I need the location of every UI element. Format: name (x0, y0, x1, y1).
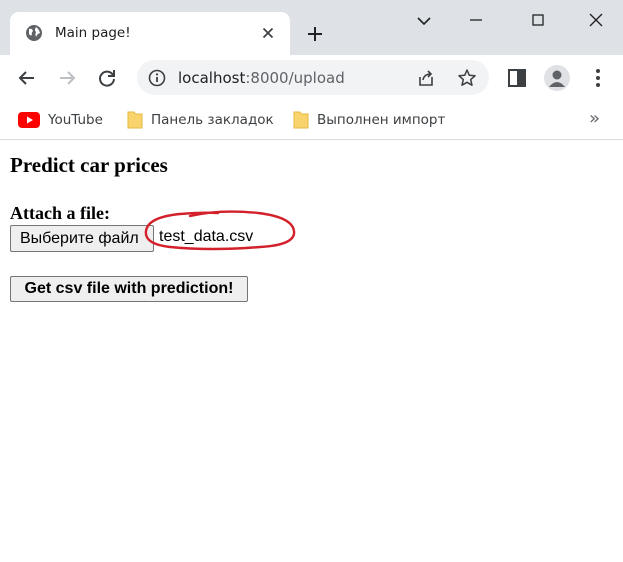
maximize-icon[interactable] (526, 8, 550, 32)
page-title: Predict car prices (10, 153, 168, 177)
folder-icon (127, 111, 143, 129)
back-arrow-icon[interactable] (15, 66, 39, 90)
forward-arrow-icon[interactable] (55, 66, 79, 90)
side-panel-icon[interactable] (506, 67, 528, 89)
choose-file-button[interactable]: Выберите файл (10, 225, 154, 252)
info-icon[interactable] (148, 69, 166, 87)
minimize-icon[interactable] (464, 8, 488, 32)
close-icon[interactable] (260, 25, 276, 41)
address-bar-url[interactable]: localhost:8000/upload (178, 69, 345, 87)
bookmark-youtube[interactable]: YouTube (18, 110, 103, 130)
youtube-icon (18, 112, 40, 128)
bookmark-folder-imported[interactable]: Выполнен импорт (293, 110, 445, 130)
new-tab-icon[interactable] (305, 24, 325, 44)
tab-title: Main page! (55, 25, 131, 41)
person-icon (549, 70, 565, 87)
page-content: Predict car prices Attach a file: Выбери… (0, 141, 623, 562)
tab-search-chevron-down-icon[interactable] (412, 8, 436, 32)
profile-avatar[interactable] (544, 65, 570, 91)
address-bar[interactable]: localhost:8000/upload (137, 60, 489, 95)
get-prediction-button[interactable]: Get csv file with prediction! (10, 276, 248, 302)
bookmark-label: YouTube (48, 112, 103, 128)
more-vertical-icon[interactable] (588, 67, 608, 89)
bookmark-folder-panel[interactable]: Панель закладок (127, 110, 274, 130)
window-close-icon[interactable] (584, 8, 608, 32)
reload-icon[interactable] (95, 66, 119, 90)
bookmark-label: Выполнен импорт (317, 112, 446, 128)
bookmark-star-icon[interactable] (457, 68, 477, 88)
browser-tab-active[interactable]: Main page! (10, 12, 290, 55)
bookmarks-bar: YouTube Панель закладок Выполнен импорт … (0, 101, 623, 140)
globe-icon (26, 25, 42, 41)
browser-titlebar: Main page! (0, 0, 623, 55)
bookmark-label: Панель закладок (151, 112, 274, 128)
url-path: :8000/upload (245, 69, 345, 87)
browser-toolbar: localhost:8000/upload (0, 55, 623, 101)
url-host: localhost (178, 69, 246, 87)
attach-file-label: Attach a file: (10, 203, 110, 223)
share-icon[interactable] (416, 68, 436, 88)
bookmarks-overflow-chevron[interactable]: » (589, 108, 600, 129)
red-highlight-circle (144, 210, 296, 251)
folder-icon (293, 111, 309, 129)
